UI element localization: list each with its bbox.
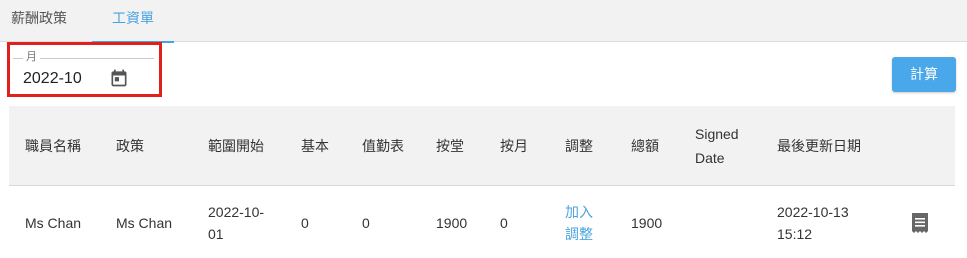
- table-header: 職員名稱 政策 範圍開始 基本 值勤表 按堂 按月 調整 總額 Signed D…: [9, 106, 955, 186]
- tab-bar: 薪酬政策 工資單: [0, 0, 967, 43]
- header-range-start[interactable]: 範圍開始: [208, 106, 288, 186]
- month-field-label: 月: [23, 50, 40, 65]
- cell-per-lesson: 1900: [436, 214, 468, 231]
- cell-range-start: 2022-10-01: [208, 203, 265, 242]
- calendar-icon[interactable]: [109, 68, 129, 88]
- tab-payslip[interactable]: 工資單: [92, 0, 174, 43]
- header-policy[interactable]: 政策: [116, 106, 196, 186]
- cell-total: 1900: [631, 214, 663, 231]
- cell-staff-name: Ms Chan: [25, 214, 82, 231]
- cell-signed-date: [695, 187, 765, 258]
- month-field-highlight: 月 2022-10: [7, 42, 162, 97]
- calculate-button[interactable]: 計算: [892, 57, 956, 92]
- header-adjustment[interactable]: 調整: [565, 106, 615, 186]
- header-last-updated[interactable]: 最後更新日期: [777, 106, 897, 186]
- cell-basic: 0: [301, 214, 309, 231]
- header-roster[interactable]: 值勤表: [362, 106, 422, 186]
- header-per-lesson[interactable]: 按堂: [436, 106, 486, 186]
- header-signed-date[interactable]: Signed Date: [695, 106, 745, 186]
- cell-policy: Ms Chan: [116, 214, 173, 231]
- cell-last-updated: 2022-10-13 15:12: [777, 203, 849, 242]
- table-row: Ms Chan Ms Chan 2022-10-01 0 0 1900 0 加入…: [9, 187, 955, 258]
- add-adjustment-link[interactable]: 加入調整: [565, 187, 595, 258]
- header-total[interactable]: 總額: [631, 106, 681, 186]
- cell-roster: 0: [362, 214, 370, 231]
- header-basic[interactable]: 基本: [301, 106, 351, 186]
- header-staff-name[interactable]: 職員名稱: [25, 106, 105, 186]
- document-icon[interactable]: [910, 212, 930, 234]
- header-per-month[interactable]: 按月: [500, 106, 550, 186]
- month-field-value[interactable]: 2022-10: [23, 69, 82, 89]
- cell-per-month: 0: [500, 214, 508, 231]
- month-input[interactable]: 月 2022-10: [13, 50, 154, 90]
- tab-salary-policy[interactable]: 薪酬政策: [0, 0, 78, 42]
